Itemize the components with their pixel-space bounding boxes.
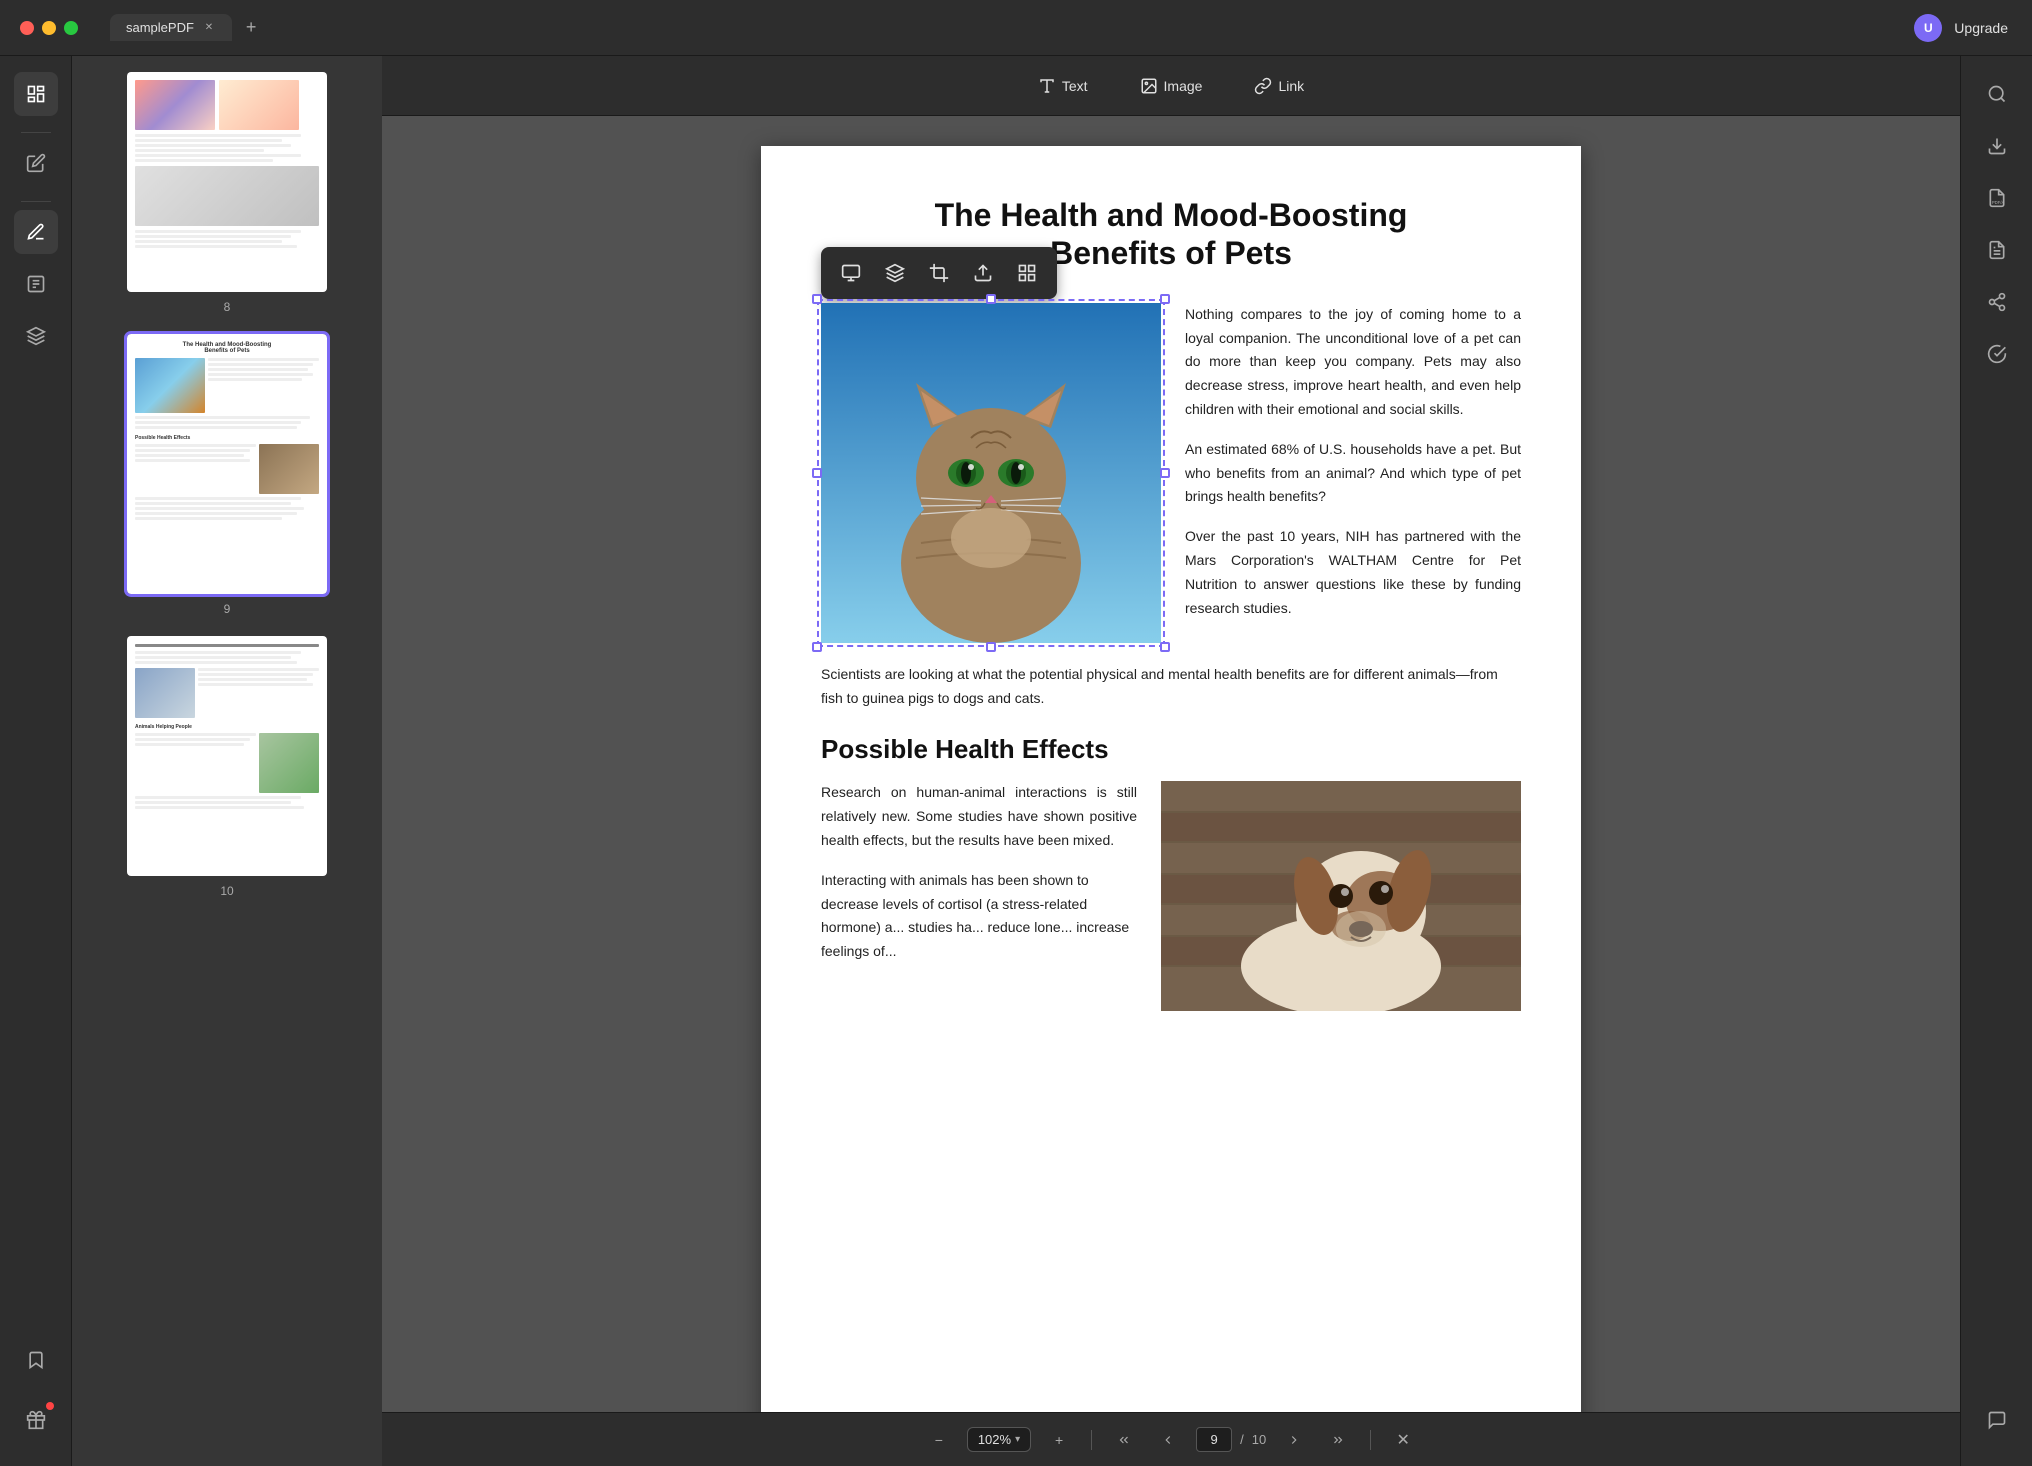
close-button[interactable] (20, 21, 34, 35)
pdf-page-9: The Health and Mood-Boosting Benefits of… (761, 146, 1581, 1436)
titlebar-right: U Upgrade (1914, 14, 2032, 42)
sidebar-divider-1 (21, 132, 51, 133)
handle-br[interactable] (1160, 642, 1170, 652)
page-8-label: 8 (224, 300, 231, 314)
sidebar-icon-forms[interactable] (14, 262, 58, 306)
bottom-bar: − 102% ▾ + 9 / 10 ✕ (382, 1412, 1960, 1466)
layers-button[interactable] (877, 255, 913, 291)
next-page-button[interactable] (1278, 1424, 1310, 1456)
sidebar-icon-bookmark[interactable] (14, 1338, 58, 1382)
link-tool-button[interactable]: Link (1240, 69, 1318, 103)
handle-tr[interactable] (1160, 294, 1170, 304)
thumbnail-page-9[interactable]: The Health and Mood-BoostingBenefits of … (72, 334, 382, 616)
new-tab-button[interactable]: + (238, 13, 265, 42)
page-input[interactable]: 9 (1196, 1427, 1232, 1452)
right-sidebar-doc[interactable] (1975, 228, 2019, 272)
svg-text:PDF/A: PDF/A (1992, 200, 2004, 205)
sidebar-icon-annotate[interactable] (14, 210, 58, 254)
divider-2 (1370, 1430, 1371, 1450)
text-tool-button[interactable]: Text (1024, 69, 1102, 103)
zoom-display[interactable]: 102% ▾ (967, 1427, 1031, 1452)
image-selection-wrapper: Nothing compares to the joy of coming ho… (821, 303, 1521, 643)
tab-label: samplePDF (126, 20, 194, 35)
fullscreen-button[interactable] (64, 21, 78, 35)
section-heading: Possible Health Effects (821, 734, 1521, 765)
right-sidebar-search[interactable] (1975, 72, 2019, 116)
close-bottom-button[interactable]: ✕ (1387, 1424, 1419, 1456)
handle-mr[interactable] (1160, 468, 1170, 478)
health-effects-section: Research on human-animal interactions is… (821, 781, 1521, 1011)
zoom-out-button[interactable]: − (923, 1424, 955, 1456)
image-float-container: Nothing compares to the joy of coming ho… (821, 303, 1521, 643)
paragraph-3: Over the past 10 years, NIH has partnere… (1185, 525, 1521, 620)
last-page-button[interactable] (1322, 1424, 1354, 1456)
paragraph-2: An estimated 68% of U.S. households have… (1185, 438, 1521, 509)
upgrade-button[interactable]: Upgrade (1954, 20, 2008, 36)
handle-tl[interactable] (812, 294, 822, 304)
handle-ml[interactable] (812, 468, 822, 478)
titlebar: samplePDF ✕ + U Upgrade (0, 0, 2032, 56)
link-tool-label: Link (1278, 78, 1304, 94)
page-10-label: 10 (220, 884, 233, 898)
dog-image (1161, 781, 1521, 1011)
right-sidebar-check[interactable] (1975, 332, 2019, 376)
titlebar-left: samplePDF ✕ + (0, 13, 264, 42)
crop-button[interactable] (921, 255, 957, 291)
sidebar-icon-edit[interactable] (14, 141, 58, 185)
editor-toolbar: Text Image Link (382, 56, 1960, 116)
right-sidebar-chat[interactable] (1975, 1398, 2019, 1442)
right-sidebar-pdfa[interactable]: PDF/A (1975, 176, 2019, 220)
image-tool-button[interactable]: Image (1126, 69, 1217, 103)
text-content: Nothing compares to the joy of coming ho… (1185, 303, 1521, 637)
paragraph-1: Nothing compares to the joy of coming ho… (1185, 303, 1521, 422)
context-toolbar (821, 247, 1057, 299)
minimize-button[interactable] (42, 21, 56, 35)
layout-button[interactable] (833, 255, 869, 291)
gift-badge (46, 1402, 54, 1410)
main-content: Text Image Link The Health and Mood-Boos… (382, 56, 1960, 1466)
thumbnail-frame-9: The Health and Mood-BoostingBenefits of … (127, 334, 327, 594)
sidebar-icon-gift[interactable] (14, 1398, 58, 1442)
page-separator: / (1240, 1432, 1244, 1447)
cat-image (821, 303, 1161, 643)
page-total: 10 (1252, 1432, 1266, 1447)
thumbnail-frame-10: Animals Helping People (127, 636, 327, 876)
first-page-button[interactable] (1108, 1424, 1140, 1456)
pdf-scroll-area[interactable]: The Health and Mood-Boosting Benefits of… (382, 116, 1960, 1466)
text-tool-label: Text (1062, 78, 1088, 94)
traffic-lights (20, 21, 78, 35)
selected-image-area[interactable] (821, 303, 1161, 643)
thumbnail-panel[interactable]: 8 The Health and Mood-BoostingBenefits o… (72, 56, 382, 1466)
handle-bl[interactable] (812, 642, 822, 652)
export-button[interactable] (965, 255, 1001, 291)
tab-samplepdf[interactable]: samplePDF ✕ (110, 14, 232, 41)
tab-container: samplePDF ✕ + (110, 13, 264, 42)
sidebar-divider-2 (21, 201, 51, 202)
right-sidebar: PDF/A (1960, 56, 2032, 1466)
right-sidebar-share[interactable] (1975, 280, 2019, 324)
handle-tm[interactable] (986, 294, 996, 304)
zoom-value: 102% (978, 1432, 1011, 1447)
tab-close-icon[interactable]: ✕ (202, 21, 216, 35)
page-9-label: 9 (224, 602, 231, 616)
grid-button[interactable] (1009, 255, 1045, 291)
thumbnail-page-8[interactable]: 8 (72, 72, 382, 314)
thumbnail-page-10[interactable]: Animals Helping People 10 (72, 636, 382, 898)
thumbnail-frame-8 (127, 72, 327, 292)
zoom-chevron-icon: ▾ (1015, 1434, 1020, 1445)
image-tool-label: Image (1164, 78, 1203, 94)
divider-1 (1091, 1430, 1092, 1450)
full-width-text: Scientists are looking at what the poten… (821, 663, 1521, 711)
sidebar-icon-stack[interactable] (14, 314, 58, 358)
user-avatar[interactable]: U (1914, 14, 1942, 42)
sidebar-bottom (14, 1338, 58, 1450)
sidebar-icon-panel[interactable] (14, 72, 58, 116)
prev-page-button[interactable] (1152, 1424, 1184, 1456)
page-nav: 9 / 10 (1196, 1427, 1266, 1452)
handle-bm[interactable] (986, 642, 996, 652)
zoom-in-button[interactable]: + (1043, 1424, 1075, 1456)
right-sidebar-bottom (1975, 1398, 2019, 1450)
right-sidebar-import[interactable] (1975, 124, 2019, 168)
left-sidebar (0, 56, 72, 1466)
